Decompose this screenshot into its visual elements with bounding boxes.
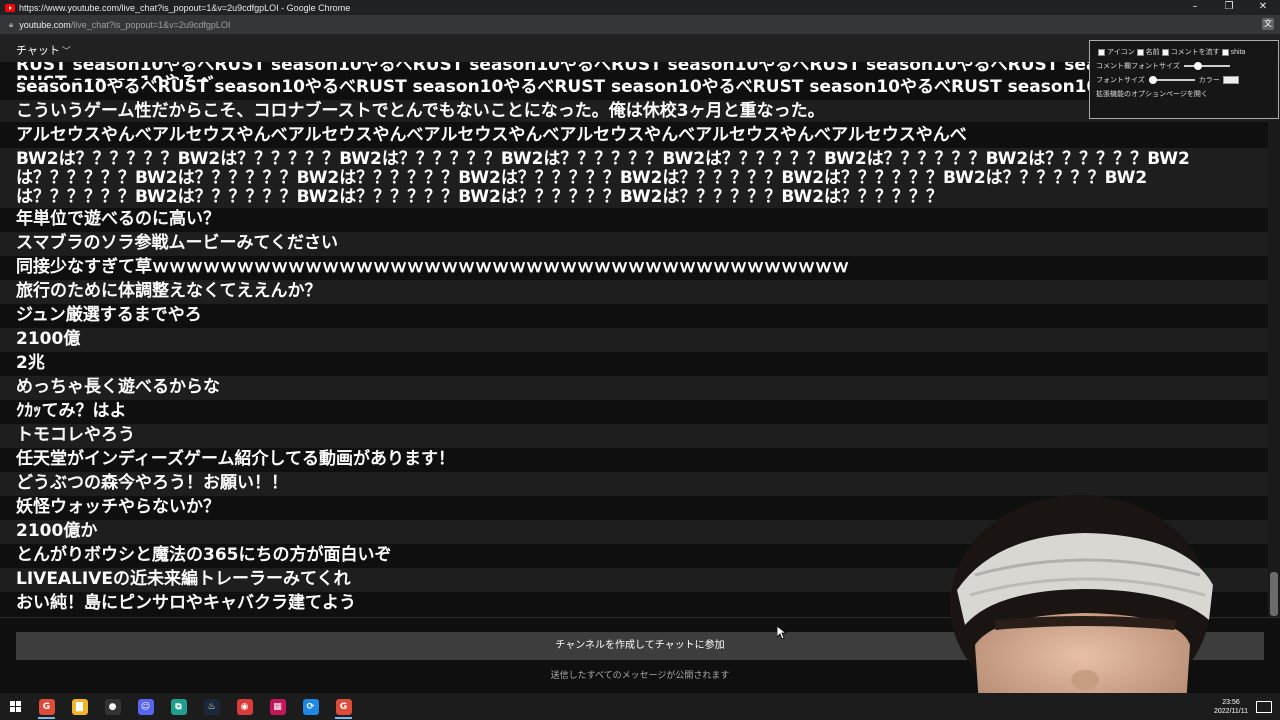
taskbar-obs[interactable]: ● bbox=[96, 693, 129, 720]
taskbar-steam[interactable]: ♨ bbox=[195, 693, 228, 720]
chat-message: めっちゃ長く遊べるからな bbox=[0, 376, 1268, 400]
chat-message: 旅行のために体調整えなくてええんか？ bbox=[0, 280, 1268, 304]
address-bar[interactable]: 🔒︎ youtube.com/live_chat?is_popout=1&v=2… bbox=[0, 15, 1280, 34]
chat-message: 任天堂がインディーズゲーム紹介してる動画があります！ bbox=[16, 449, 455, 469]
chat-scrollbar-thumb[interactable] bbox=[1270, 572, 1278, 616]
display-options-row: アイコン 名前 コメントを流す shita bbox=[1096, 47, 1245, 57]
person-nose bbox=[1071, 670, 1099, 690]
name-checkbox[interactable] bbox=[1136, 48, 1144, 56]
chat-message: スマブラのソラ参戦ムービーみてください bbox=[0, 232, 1268, 256]
webcam-overlay bbox=[950, 495, 1213, 720]
chat-scrollbar[interactable] bbox=[1268, 62, 1280, 617]
window-titlebar: https://www.youtube.com/live_chat?is_pop… bbox=[0, 0, 1280, 15]
clock[interactable]: 23:56 2022/11/11 bbox=[1214, 698, 1248, 716]
windows-taskbar: G ▇ ● ☺ ⧉ ♨ ◉ ▦ ⟳ G 23:56 2022/11/11 bbox=[0, 693, 1280, 720]
comment-font-size-row: コメント欄フォントサイズ bbox=[1096, 61, 1230, 71]
chat-message: どうぶつの森今やろう！お願い！！ bbox=[0, 472, 1268, 496]
window-title: https://www.youtube.com/live_chat?is_pop… bbox=[19, 2, 351, 13]
clock-date: 2022/11/11 bbox=[1214, 707, 1248, 715]
taskbar-chrome[interactable]: G bbox=[30, 693, 63, 720]
chat-message: 同接少なすぎて草ｗｗｗｗｗｗｗｗｗｗｗｗｗｗｗｗｗｗｗｗｗｗｗｗｗｗｗｗｗｗｗｗ… bbox=[16, 257, 849, 277]
app-blue-icon: ⟳ bbox=[302, 698, 319, 715]
flow-comments-checkbox[interactable] bbox=[1161, 48, 1169, 56]
clock-time: 23:56 bbox=[1222, 698, 1240, 706]
taskbar-discord[interactable]: ☺ bbox=[129, 693, 162, 720]
taskbar-app-blue[interactable]: ⟳ bbox=[294, 693, 327, 720]
discord-icon: ☺ bbox=[137, 698, 154, 715]
taskbar-app-red[interactable]: ◉ bbox=[228, 693, 261, 720]
color-picker[interactable] bbox=[1222, 76, 1239, 84]
chat-message: ジュン厳選するまでやろ bbox=[16, 305, 202, 325]
chat-mode-selector[interactable]: チャット ﹀ bbox=[16, 42, 71, 58]
url-path: /live_chat?is_popout=1&v=2u9cdfgpLOI bbox=[70, 19, 231, 30]
window-controls: – ❐ ✕ bbox=[1178, 0, 1280, 15]
icon-checkbox[interactable] bbox=[1098, 48, 1105, 56]
comment-font-size-slider[interactable] bbox=[1183, 62, 1230, 70]
translate-icon[interactable]: 文 bbox=[1262, 18, 1274, 30]
url-host: youtube.com bbox=[19, 19, 71, 30]
restore-button[interactable]: ❐ bbox=[1212, 0, 1246, 15]
app-pink-icon: ▦ bbox=[269, 698, 286, 715]
explorer-icon: ▇ bbox=[71, 698, 88, 715]
chat-message: ｸｶｯてみ？はよ bbox=[16, 401, 127, 421]
chat-header: チャット ﹀ bbox=[0, 34, 1280, 62]
chat-message: 年単位で遊べるのに高い？ bbox=[16, 209, 220, 229]
taskbar-chrome-2[interactable]: G bbox=[327, 693, 360, 720]
chat-message: 2100億 bbox=[0, 328, 1268, 352]
taskbar-explorer[interactable]: ▇ bbox=[63, 693, 96, 720]
comment-extension-panel: アイコン 名前 コメントを流す shita コメント欄フォントサイズ フォントサ… bbox=[1089, 40, 1279, 119]
taskbar-app-pink[interactable]: ▦ bbox=[261, 693, 294, 720]
font-size-slider[interactable] bbox=[1148, 76, 1195, 84]
start-button[interactable] bbox=[0, 693, 30, 720]
options-page-link[interactable]: 拡張機能のオプションページを開く bbox=[1096, 89, 1208, 99]
obs-icon: ● bbox=[104, 698, 121, 715]
chat-message: こういうゲーム性だからこそ、コロナブーストでとんでもないことになった。俺は休校3… bbox=[0, 100, 1268, 122]
slider-knob[interactable] bbox=[1193, 62, 1202, 70]
notification-icon[interactable] bbox=[1256, 700, 1272, 713]
taskbar-app-green[interactable]: ⧉ bbox=[162, 693, 195, 720]
close-button[interactable]: ✕ bbox=[1246, 0, 1280, 15]
app-green-icon: ⧉ bbox=[170, 698, 187, 715]
chevron-down-icon: ﹀ bbox=[61, 47, 71, 57]
chat-message: 2兆 bbox=[16, 353, 45, 373]
chat-title: チャット bbox=[16, 44, 60, 57]
chrome-2-icon: G bbox=[335, 698, 352, 715]
app-red-icon: ◉ bbox=[236, 698, 253, 715]
chat-message: アルセウスやんべアルセウスやんべアルセウスやんべアルセウスやんべアルセウスやんべ… bbox=[16, 125, 967, 145]
system-tray: 23:56 2022/11/11 bbox=[1214, 693, 1280, 720]
youtube-favicon-icon bbox=[5, 3, 15, 12]
chat-message: トモコレやろう bbox=[0, 424, 1268, 448]
slider-knob[interactable] bbox=[1149, 76, 1158, 84]
taskbar-apps: G ▇ ● ☺ ⧉ ♨ ◉ ▦ ⟳ G bbox=[30, 693, 360, 720]
lock-icon[interactable]: 🔒︎ bbox=[9, 20, 13, 30]
shita-checkbox[interactable] bbox=[1221, 48, 1229, 56]
minimize-button[interactable]: – bbox=[1178, 0, 1212, 15]
windows-logo-icon bbox=[9, 701, 21, 712]
font-size-row: フォントサイズ カラー bbox=[1096, 75, 1239, 85]
steam-icon: ♨ bbox=[203, 698, 220, 715]
chrome-icon: G bbox=[38, 698, 55, 715]
chat-message: season10やるべRUST season10やるべRUST season10… bbox=[16, 78, 1268, 97]
mouse-cursor-icon bbox=[777, 626, 787, 640]
chat-message: BW2は？？？？？？BW2は？？？？？？BW2は？？？？？？BW2は？？？？？？… bbox=[0, 148, 1268, 208]
